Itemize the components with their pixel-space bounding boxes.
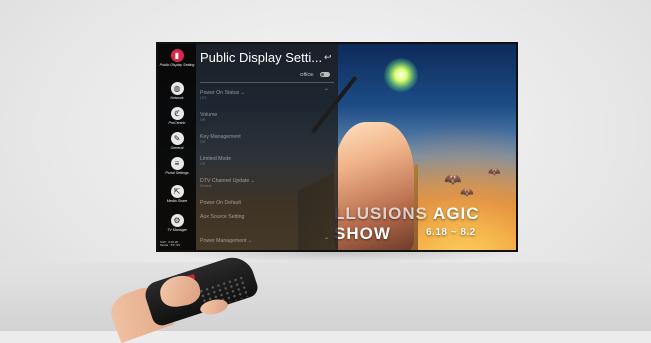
sidebar-item-media-share[interactable]: ⇱ Media Share (158, 185, 196, 203)
chevron-down-icon[interactable]: ⌄ (324, 234, 329, 241)
sidebar-item-label: Public Display Setting (159, 63, 195, 67)
sidebar-item-network[interactable]: ◍ Network (158, 82, 196, 100)
menu-item-value: Default (200, 184, 212, 188)
tv-monitor: 🦇 🦇 🦇 LLUSIONS AGIC SHOW 6.18 ~ 8.2 ▮ Pu… (156, 42, 518, 252)
divider (200, 82, 334, 83)
chevron-down-icon: ⌄ (240, 90, 245, 96)
settings-sidebar: ▮ Public Display Setting ◍ Network ℭ Pro… (158, 44, 196, 250)
wrench-icon: ✎ (170, 132, 184, 145)
sidebar-item-label: ProCentric (168, 121, 186, 125)
menu-item-value: LST (200, 96, 207, 100)
menu-item-label: Power On Default (200, 200, 241, 206)
bat-icon: 🦇 (488, 167, 501, 178)
sidebar-item-public-display-setting[interactable]: ▮ Public Display Setting (158, 49, 196, 67)
menu-item-volume[interactable]: Volume Off (200, 112, 334, 122)
bat-icon: 🦇 (444, 171, 462, 187)
show-title: LLUSIONS AGIC SHOW (334, 204, 514, 244)
public-display-icon: ▮ (170, 49, 184, 62)
menu-item-power-management[interactable]: Power Management ⌄ (200, 238, 334, 244)
settings-panel: Public Display Setti... ↩ Off/On ⌃ Power… (196, 44, 338, 250)
panel-title: Public Display Setti... (200, 50, 323, 65)
sidebar-item-label: Media Share (166, 199, 188, 203)
menu-item-power-on-default[interactable]: Power On Default (200, 200, 334, 206)
settings-menu: ▮ Public Display Setting ◍ Network ℭ Pro… (158, 44, 338, 250)
model-name: Model : 55*-SS (160, 243, 181, 248)
back-icon[interactable]: ↩ (324, 52, 332, 63)
sidebar-item-portal-settings[interactable]: ≡ Portal Settings (158, 157, 196, 175)
sidebar-item-label: Network (170, 96, 184, 100)
wand-sparkle (384, 58, 418, 92)
chevron-down-icon: ⌄ (247, 238, 253, 244)
menu-item-label: Power Management (200, 238, 247, 244)
floor (0, 262, 651, 331)
network-icon: ◍ (170, 82, 184, 95)
show-date: 6.18 ~ 8.2 (426, 227, 476, 238)
software-info: S/W : 3.00.20 Model : 55*-SS (160, 240, 181, 248)
chevron-down-icon: ⌄ (250, 178, 255, 184)
sidebar-item-procentric[interactable]: ℭ ProCentric (158, 107, 196, 125)
sidebar-item-label: General (170, 146, 184, 150)
sidebar-item-tv-manager[interactable]: ⚙ TV Manager (158, 214, 196, 232)
public-display-toggle[interactable] (320, 72, 330, 77)
menu-item-key-management[interactable]: Key Management Off (200, 134, 334, 144)
offon-label: Off/On (300, 72, 314, 77)
sidebar-item-general[interactable]: ✎ General (158, 132, 196, 150)
sidebar-item-label: Portal Settings (165, 171, 189, 175)
sidebar-item-label: TV Manager (167, 228, 187, 232)
media-share-icon: ⇱ (170, 185, 184, 198)
tv-screen: 🦇 🦇 🦇 LLUSIONS AGIC SHOW 6.18 ~ 8.2 ▮ Pu… (158, 44, 516, 250)
menu-item-limited-mode[interactable]: Limited Mode Off (200, 156, 334, 166)
bat-icon: 🦇 (460, 187, 474, 199)
menu-item-value: Off (200, 140, 205, 144)
show-title-left: LLUSIONS (334, 204, 428, 223)
portal-icon: ≡ (170, 157, 184, 170)
menu-item-label: Aux Source Setting (200, 214, 245, 220)
menu-item-value: Off (200, 118, 205, 122)
menu-item-dtv-channel-update[interactable]: DTV Channel Update ⌄ Default (200, 178, 334, 188)
procentric-icon: ℭ (170, 107, 184, 120)
tv-manager-icon: ⚙ (170, 214, 184, 227)
menu-item-power-on-status[interactable]: Power On Status ⌄ LST (200, 90, 334, 100)
menu-item-value: Off (200, 162, 205, 166)
menu-item-aux-source-setting[interactable]: Aux Source Setting (200, 214, 334, 220)
